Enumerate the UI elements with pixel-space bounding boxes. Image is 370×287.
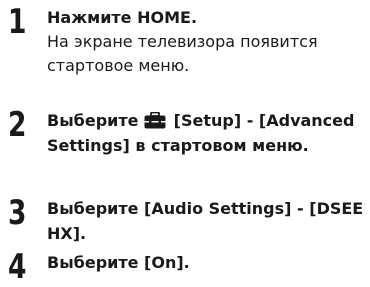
step-number: 3	[8, 193, 27, 233]
step-instruction: Выберите [Setup] - [Advanced Settings] в…	[47, 108, 365, 158]
step-instruction: Выберите [Audio Settings] - [DSEE HX].	[47, 199, 364, 243]
step-instruction: Нажмите HOME.	[47, 8, 198, 27]
step-number: 1	[8, 2, 27, 42]
step-instruction: Выберите [On].	[47, 253, 190, 272]
step-instruction-start: Выберите	[47, 111, 139, 130]
step-note: На экране телевизора появится стартовое …	[47, 32, 318, 75]
step-number: 4	[8, 247, 27, 287]
step-number: 2	[8, 105, 27, 145]
toolbox-icon	[144, 112, 166, 129]
